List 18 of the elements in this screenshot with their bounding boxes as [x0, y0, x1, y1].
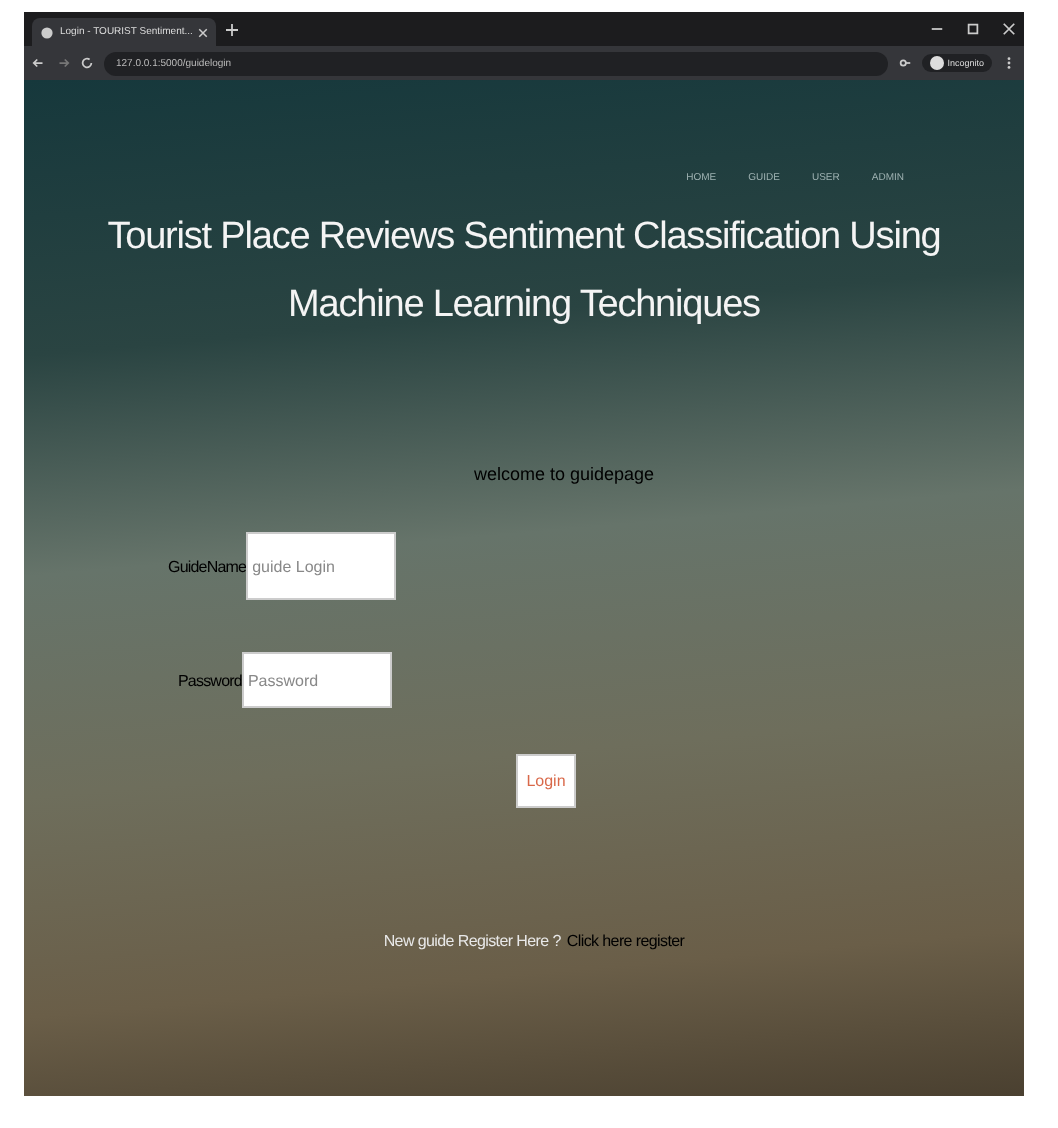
page-title: Tourist Place Reviews Sentiment Classification Using Machine Learning Techniques	[105, 214, 943, 330]
new-tab-icon[interactable]	[226, 23, 239, 35]
input-field[interactable]: Password	[241, 652, 392, 708]
forward-icon[interactable]	[56, 56, 70, 70]
maximize-icon[interactable]	[966, 22, 980, 36]
field-label: GuideName	[168, 557, 247, 575]
register-link[interactable]: Click here register	[566, 932, 685, 950]
welcome-text: welcome to guidepage	[473, 464, 655, 484]
close-icon[interactable]	[198, 27, 209, 37]
input-field[interactable]: guide Login	[246, 532, 397, 600]
login-button[interactable]: Login	[516, 754, 576, 808]
back-icon[interactable]	[32, 56, 46, 70]
minimize-icon[interactable]	[930, 22, 944, 36]
register-prompt: New guide Register Here ?	[383, 932, 561, 950]
menu-icon[interactable]	[1002, 56, 1016, 70]
field-label: Password	[178, 671, 242, 689]
reload-icon[interactable]	[80, 56, 94, 70]
close-icon[interactable]	[1002, 22, 1016, 36]
